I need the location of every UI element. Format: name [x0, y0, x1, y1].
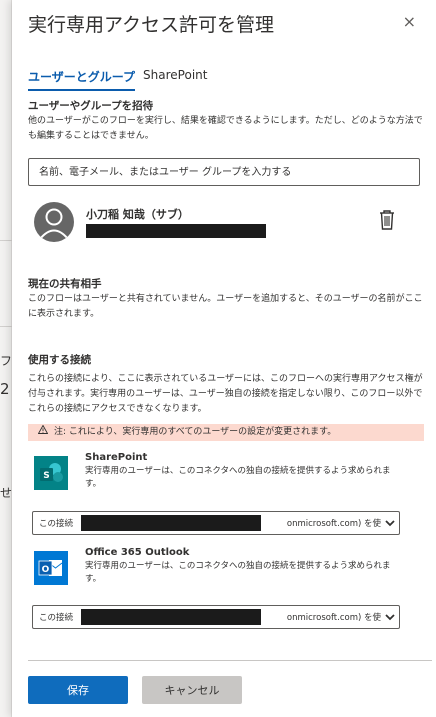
invite-heading: ユーザーやグループを招待	[28, 100, 154, 112]
background-divider	[0, 240, 12, 241]
redacted-connection	[81, 609, 261, 625]
background-text: 2	[0, 380, 10, 398]
select-prefix: この接続	[39, 613, 74, 623]
warning-text: 注: これにより、実行専用のすべてのユーザーの設定が変更されます。	[54, 427, 337, 437]
panel-title: 実行専用アクセス許可を管理	[28, 14, 275, 36]
redacted-connection	[81, 515, 261, 531]
connection-select-outlook[interactable]: この接続 onmicrosoft.com) を使	[32, 605, 400, 629]
shared-description: このフローはユーザーと共有されていません。ユーザーを追加すると、そのユーザーの名…	[28, 294, 423, 319]
svg-text:O: O	[42, 565, 50, 575]
chevron-down-icon	[385, 614, 395, 621]
avatar	[34, 202, 74, 242]
tab-users-groups[interactable]: ユーザーとグループ	[28, 68, 136, 91]
background-divider	[0, 326, 12, 327]
connection-outlook: O Office 365 Outlook 実行専用のユーザーは、このコネクタへの…	[28, 547, 424, 595]
connection-description: 実行専用のユーザーは、このコネクタへの独自の接続を提供するよう求められます。	[85, 466, 391, 489]
select-suffix: onmicrosoft.com) を使	[286, 519, 381, 529]
trash-icon[interactable]	[376, 208, 398, 232]
tab-bar: ユーザーとグループ SharePoint	[28, 68, 207, 91]
connection-name: SharePoint	[85, 452, 148, 463]
footer-divider	[28, 660, 432, 661]
tab-sharepoint[interactable]: SharePoint	[143, 68, 207, 91]
person-icon	[39, 208, 69, 240]
sharepoint-icon: S	[34, 456, 68, 490]
redacted-email	[86, 224, 266, 238]
chevron-down-icon	[385, 520, 395, 527]
connection-name: Office 365 Outlook	[85, 547, 190, 558]
background-text: フ	[0, 354, 12, 368]
connections-description: これらの接続により、ここに表示されているユーザーには、このフローへの実行専用アク…	[28, 374, 423, 414]
background-page: フ 2 せ	[0, 0, 12, 717]
search-input[interactable]	[28, 158, 420, 186]
background-text: せ	[0, 486, 12, 500]
connection-sharepoint: S SharePoint 実行専用のユーザーは、このコネクタへの独自の接続を提供…	[28, 452, 424, 500]
connection-select-sharepoint[interactable]: この接続 onmicrosoft.com) を使	[32, 511, 400, 535]
close-icon[interactable]: ×	[403, 12, 416, 31]
manage-run-only-panel: 実行専用アクセス許可を管理 × ユーザーとグループ SharePoint ユーザ…	[12, 0, 436, 717]
select-prefix: この接続	[39, 519, 74, 529]
warning-banner: 注: これにより、実行専用のすべてのユーザーの設定が変更されます。	[28, 424, 424, 441]
select-suffix: onmicrosoft.com) を使	[286, 613, 381, 623]
shared-heading: 現在の共有相手	[28, 278, 102, 290]
svg-text:S: S	[43, 471, 49, 481]
invite-description: 他のユーザーがこのフローを実行し、結果を確認できるようにします。ただし、どのよう…	[28, 116, 423, 141]
user-name: 小刀稲 知哉（サブ）	[86, 208, 189, 221]
connection-description: 実行専用のユーザーは、このコネクタへの独自の接続を提供するよう求められます。	[85, 561, 391, 584]
cancel-button[interactable]: キャンセル	[142, 676, 242, 704]
user-entry: 小刀稲 知哉（サブ）	[34, 200, 414, 248]
connections-heading: 使用する接続	[28, 354, 91, 366]
warning-icon	[37, 424, 49, 441]
outlook-icon: O	[34, 551, 68, 585]
save-button[interactable]: 保存	[28, 676, 128, 704]
